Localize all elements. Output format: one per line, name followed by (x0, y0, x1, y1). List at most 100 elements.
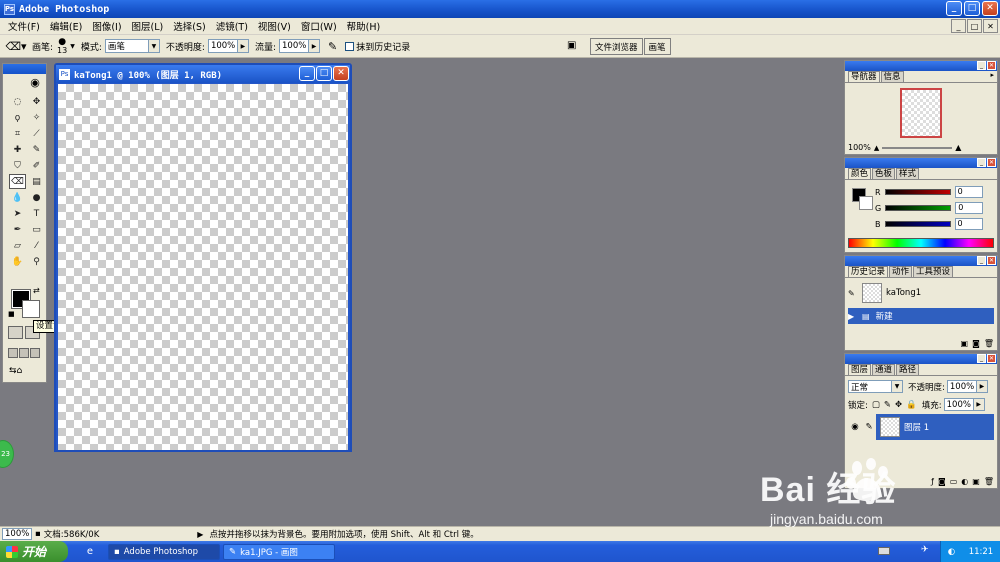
close-button[interactable]: ✕ (982, 1, 998, 16)
brush-picker[interactable]: ● 13 (57, 37, 67, 55)
blue-value-input[interactable]: 0 (954, 218, 983, 230)
menu-filter[interactable]: 滤镜(T) (211, 19, 253, 33)
lock-transparency-icon[interactable]: ▢ (872, 400, 880, 410)
layer-row[interactable]: ◉ ✎ 图层 1 (848, 414, 994, 440)
delete-state-icon[interactable]: 🗑 (984, 339, 994, 348)
green-slider[interactable] (885, 205, 952, 211)
new-set-icon[interactable]: ▭ (950, 477, 958, 486)
pen-tool-icon[interactable]: ✒ (9, 222, 26, 237)
taskbar-item-paint[interactable]: ✎ ka1.JPG - 画图 (223, 543, 335, 560)
brush-tool-icon[interactable]: ✎ (28, 142, 45, 157)
tray-network-icon[interactable]: ✈ (921, 545, 929, 555)
history-brush-tool-icon[interactable]: ✐ (28, 158, 45, 173)
fill-arrow-icon[interactable]: ▶ (973, 398, 985, 411)
eyedropper-tool-icon[interactable]: ⁄ (28, 238, 45, 253)
doc-minimize-button[interactable]: _ (951, 19, 966, 33)
menu-layer[interactable]: 图层(L) (127, 19, 169, 33)
palette-toggle-icon[interactable]: ▣ (567, 40, 576, 51)
default-colors-icon[interactable]: ■ (8, 310, 15, 318)
blend-mode-select[interactable]: 正常 (848, 380, 892, 393)
shape-tool-icon[interactable]: ▭ (28, 222, 45, 237)
color-panel-header[interactable]: _ ✕ (845, 158, 997, 168)
layer-visibility-eye-icon[interactable]: ◉ (848, 414, 862, 440)
color-bg-swatch[interactable] (859, 196, 873, 210)
new-document-from-state-icon[interactable]: ▣ (961, 339, 969, 348)
navigator-panel-header[interactable]: _ ✕ (845, 61, 997, 71)
tab-layers[interactable]: 图层 (848, 364, 872, 375)
tab-file-browser[interactable]: 文件浏览器 (590, 38, 643, 55)
hand-tool-icon[interactable]: ✋ (9, 254, 26, 269)
add-mask-icon[interactable]: ◙ (938, 477, 946, 486)
navigator-zoom-value[interactable]: 100% (848, 143, 871, 152)
history-state[interactable]: ▶ ▤ 新建 (848, 308, 994, 324)
gradient-tool-icon[interactable]: ▤ (28, 174, 45, 189)
tab-tool-presets[interactable]: 工具预设 (913, 266, 954, 277)
history-close-button[interactable]: ✕ (987, 256, 996, 265)
menu-window[interactable]: 窗口(W) (296, 19, 342, 33)
navigator-thumbnail[interactable] (900, 88, 942, 138)
tab-brushes[interactable]: 画笔 (643, 38, 671, 55)
tab-info[interactable]: 信息 (880, 71, 904, 82)
eraser-tool-preset-icon[interactable]: ⌫▾ (0, 40, 32, 53)
toolbox-header[interactable] (3, 64, 46, 74)
lock-image-icon[interactable]: ✎ (884, 400, 891, 410)
background-color-swatch[interactable] (22, 300, 40, 318)
lasso-tool-icon[interactable]: ϙ (9, 110, 26, 125)
blue-slider[interactable] (884, 221, 951, 227)
photoshop-app-icon[interactable]: Ps (4, 3, 15, 15)
standard-mode-button[interactable] (8, 326, 23, 339)
layer-opacity-input[interactable]: 100% (946, 380, 977, 393)
doc-close-button[interactable]: ✕ (983, 19, 998, 33)
status-arrow-icon[interactable]: ▶ (197, 530, 203, 539)
marquee-tool-icon[interactable]: ◌ (9, 94, 26, 109)
tab-history[interactable]: 历史记录 (848, 266, 889, 277)
flow-slider-arrow-icon[interactable]: ▶ (309, 39, 320, 53)
tab-swatches[interactable]: 色板 (872, 168, 896, 179)
tab-paths[interactable]: 路径 (896, 364, 920, 375)
zoom-in-icon[interactable]: ▲ (955, 143, 961, 152)
tab-color[interactable]: 颜色 (848, 168, 872, 179)
standard-screen-mode-button[interactable] (8, 348, 18, 358)
menu-help[interactable]: 帮助(H) (342, 19, 386, 33)
type-tool-icon[interactable]: T (28, 206, 45, 221)
red-value-input[interactable]: 0 (954, 186, 983, 198)
document-title-bar[interactable]: Ps kaTong1 @ 100% (图层 1, RGB) _ □ ✕ (56, 65, 350, 83)
start-button[interactable]: 开始 (0, 541, 68, 562)
navigator-zoom-slider[interactable] (882, 146, 953, 149)
red-slider[interactable] (884, 189, 951, 195)
status-zoom-input[interactable]: 100% (2, 528, 32, 540)
opacity-input[interactable]: 100% (207, 39, 238, 53)
notes-tool-icon[interactable]: ▱ (9, 238, 26, 253)
swap-colors-icon[interactable]: ⇄ (33, 286, 40, 295)
floating-badge[interactable]: 23 (0, 440, 14, 468)
erase-history-checkbox[interactable] (345, 41, 355, 51)
tab-actions[interactable]: 动作 (889, 266, 913, 277)
opacity-slider-arrow-icon[interactable]: ▶ (237, 39, 249, 53)
flow-input[interactable]: 100% (279, 39, 309, 53)
menu-file[interactable]: 文件(F) (3, 19, 45, 33)
maximize-button[interactable]: □ (964, 1, 980, 16)
photoshop-eye-icon[interactable]: ◉ (23, 74, 47, 90)
green-value-input[interactable]: 0 (955, 202, 984, 214)
lock-position-icon[interactable]: ✥ (895, 400, 902, 410)
history-brush-source-icon[interactable]: ✎ (848, 289, 862, 298)
quick-launch-ie-icon[interactable]: e (78, 546, 102, 557)
document-minimize-button[interactable]: _ (299, 66, 315, 81)
document-maximize-button[interactable]: □ (316, 66, 332, 81)
layers-panel-header[interactable]: _ ✕ (845, 354, 997, 364)
layers-close-button[interactable]: ✕ (987, 354, 996, 363)
volume-icon[interactable]: ◐ (948, 547, 955, 557)
clock[interactable]: 11:21 (969, 547, 994, 557)
menu-edit[interactable]: 编辑(E) (45, 19, 87, 33)
color-spectrum-bar[interactable] (848, 238, 994, 248)
full-screen-menu-mode-button[interactable] (19, 348, 29, 358)
zoom-out-icon[interactable]: ▲ (874, 144, 879, 152)
tray-keyboard-icon[interactable] (878, 547, 890, 555)
airbrush-icon[interactable]: ✎ (328, 40, 337, 53)
magic-wand-tool-icon[interactable]: ✧ (28, 110, 45, 125)
menu-select[interactable]: 选择(S) (168, 19, 210, 33)
zoom-tool-icon[interactable]: ⚲ (28, 254, 45, 269)
new-snapshot-icon[interactable]: ◙ (972, 339, 980, 348)
new-adjustment-layer-icon[interactable]: ◐ (961, 477, 968, 486)
color-close-button[interactable]: ✕ (987, 158, 996, 167)
